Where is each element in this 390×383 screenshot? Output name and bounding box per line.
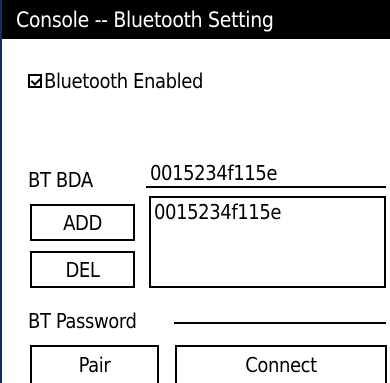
bluetooth-enabled-label: Bluetooth Enabled <box>44 69 203 93</box>
add-button[interactable]: ADD <box>30 204 135 241</box>
bt-bda-field-underline <box>146 186 386 188</box>
window-title: Console -- Bluetooth Setting <box>16 8 274 32</box>
bluetooth-enabled-checkbox[interactable]: Bluetooth Enabled <box>28 68 203 94</box>
window-left-border <box>0 0 2 383</box>
bt-bda-label: BT BDA <box>28 168 93 192</box>
device-listbox[interactable]: 0015234f115e <box>149 196 386 288</box>
pair-button[interactable]: Pair <box>30 345 159 383</box>
checkbox-checked-icon[interactable] <box>28 74 42 88</box>
bt-password-label: BT Password <box>28 309 137 333</box>
title-border <box>0 39 390 43</box>
title-bar: Console -- Bluetooth Setting <box>0 0 390 39</box>
bluetooth-setting-window: Console -- Bluetooth Setting Bluetooth E… <box>0 0 390 383</box>
list-item[interactable]: 0015234f115e <box>154 200 281 224</box>
bt-password-field[interactable] <box>174 322 386 324</box>
del-button[interactable]: DEL <box>30 251 135 288</box>
connect-button[interactable]: Connect <box>175 345 387 383</box>
bt-bda-field[interactable]: 0015234f115e <box>150 161 277 185</box>
